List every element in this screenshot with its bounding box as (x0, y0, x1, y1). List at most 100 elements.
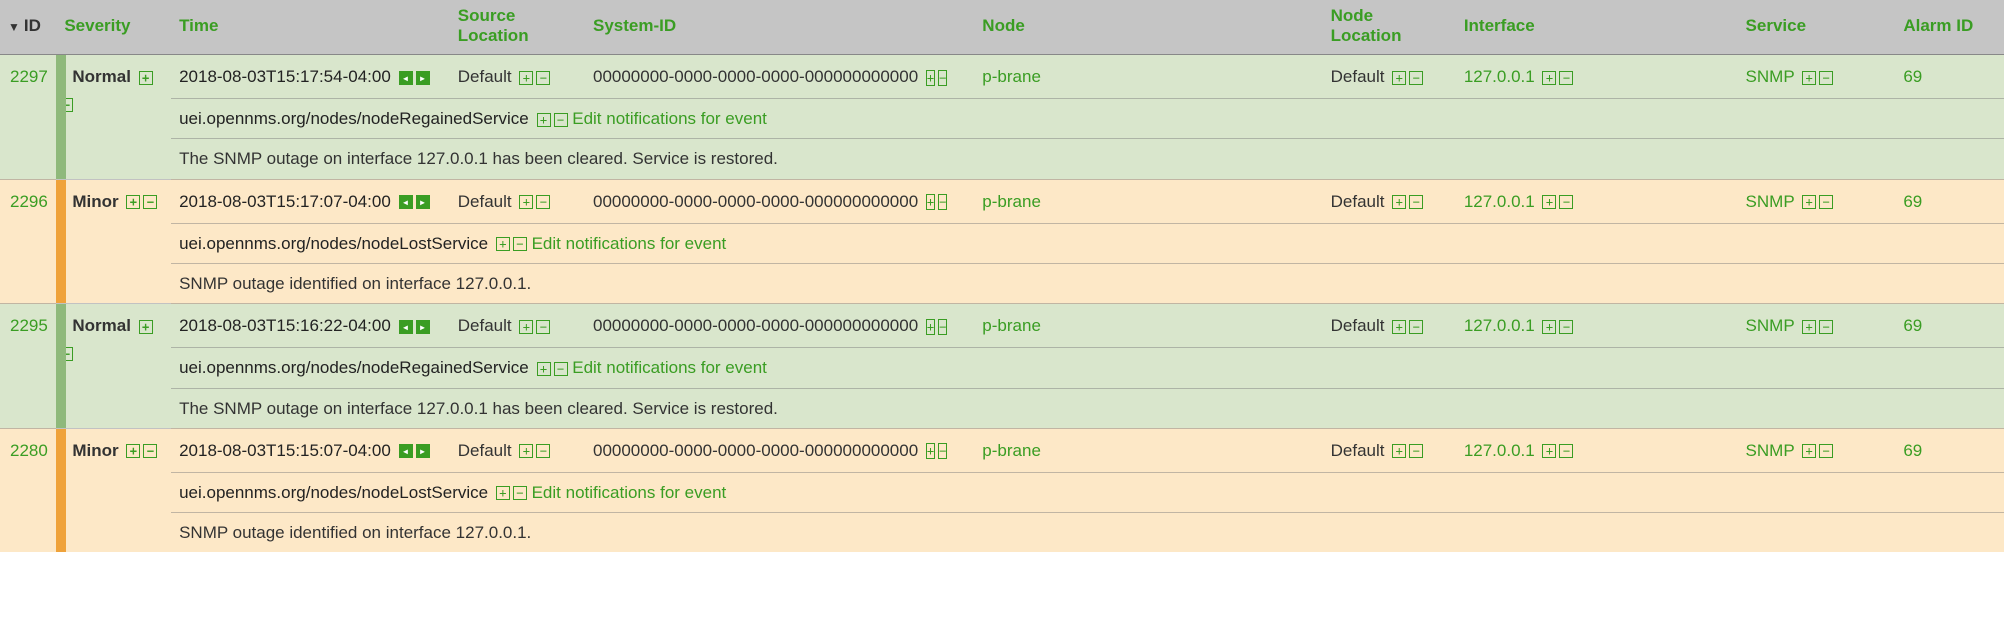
minus-icon[interactable]: − (1409, 195, 1423, 209)
header-id[interactable]: ▼ID (0, 0, 56, 55)
minus-icon[interactable]: − (1409, 320, 1423, 334)
alarm-id-cell[interactable]: 69 (1895, 304, 2004, 348)
plus-icon[interactable]: + (1802, 320, 1816, 334)
plus-icon[interactable]: + (926, 319, 935, 335)
plus-icon[interactable]: + (1392, 320, 1406, 334)
header-service[interactable]: Service (1738, 0, 1896, 55)
node-cell[interactable]: p-brane (974, 179, 1322, 223)
header-interface[interactable]: Interface (1456, 0, 1738, 55)
plus-icon[interactable]: + (519, 195, 533, 209)
plus-icon[interactable]: + (1392, 444, 1406, 458)
minus-icon[interactable]: − (536, 320, 550, 334)
minus-icon[interactable]: − (1819, 444, 1833, 458)
plus-icon[interactable]: + (926, 443, 935, 459)
prev-icon[interactable]: ◂ (399, 71, 413, 85)
plus-icon[interactable]: + (926, 194, 935, 210)
plus-icon[interactable]: + (126, 444, 140, 458)
header-node[interactable]: Node (974, 0, 1322, 55)
edit-notifications-link[interactable]: Edit notifications for event (532, 483, 727, 502)
plus-icon[interactable]: + (1392, 71, 1406, 85)
edit-notifications-link[interactable]: Edit notifications for event (532, 234, 727, 253)
node-cell[interactable]: p-brane (974, 304, 1322, 348)
minus-icon[interactable]: − (1819, 195, 1833, 209)
edit-notifications-link[interactable]: Edit notifications for event (572, 358, 767, 377)
minus-icon[interactable]: − (536, 195, 550, 209)
interface-cell[interactable]: 127.0.0.1 +− (1456, 55, 1738, 99)
next-icon[interactable]: ▸ (416, 320, 430, 334)
header-severity[interactable]: Severity (56, 0, 171, 55)
uei-row: uei.opennms.org/nodes/nodeLostService +−… (0, 223, 2004, 263)
minus-icon[interactable]: − (536, 71, 550, 85)
plus-icon[interactable]: + (1802, 195, 1816, 209)
header-alarm-id[interactable]: Alarm ID (1895, 0, 2004, 55)
header-time[interactable]: Time (171, 0, 450, 55)
minus-icon[interactable]: − (513, 486, 527, 500)
interface-cell[interactable]: 127.0.0.1 +− (1456, 428, 1738, 472)
minus-icon[interactable]: − (938, 70, 947, 86)
event-id[interactable]: 2295 (0, 304, 56, 429)
plus-icon[interactable]: + (537, 113, 551, 127)
minus-icon[interactable]: − (1559, 320, 1573, 334)
header-system-id[interactable]: System-ID (585, 0, 974, 55)
plus-icon[interactable]: + (139, 71, 153, 85)
plus-icon[interactable]: + (496, 237, 510, 251)
plus-icon[interactable]: + (519, 71, 533, 85)
header-node-location[interactable]: Node Location (1323, 0, 1456, 55)
minus-icon[interactable]: − (1409, 71, 1423, 85)
interface-cell[interactable]: 127.0.0.1 +− (1456, 179, 1738, 223)
service-cell[interactable]: SNMP +− (1738, 428, 1896, 472)
alarm-id-cell[interactable]: 69 (1895, 179, 2004, 223)
plus-icon[interactable]: + (1542, 71, 1556, 85)
minus-icon[interactable]: − (554, 113, 568, 127)
node-cell[interactable]: p-brane (974, 428, 1322, 472)
event-id[interactable]: 2296 (0, 179, 56, 304)
plus-icon[interactable]: + (1542, 444, 1556, 458)
plus-icon[interactable]: + (1542, 195, 1556, 209)
next-icon[interactable]: ▸ (416, 71, 430, 85)
plus-icon[interactable]: + (126, 195, 140, 209)
minus-icon[interactable]: − (938, 319, 947, 335)
plus-icon[interactable]: + (1802, 444, 1816, 458)
plus-icon[interactable]: + (496, 486, 510, 500)
edit-notifications-link[interactable]: Edit notifications for event (572, 109, 767, 128)
minus-icon[interactable]: − (143, 444, 157, 458)
minus-icon[interactable]: − (143, 195, 157, 209)
plus-icon[interactable]: + (537, 362, 551, 376)
plus-icon[interactable]: + (519, 444, 533, 458)
service-cell[interactable]: SNMP +− (1738, 55, 1896, 99)
minus-icon[interactable]: − (1559, 195, 1573, 209)
header-source-location[interactable]: Source Location (450, 0, 585, 55)
plus-icon[interactable]: + (1802, 71, 1816, 85)
minus-icon[interactable]: − (1409, 444, 1423, 458)
minus-icon[interactable]: − (554, 362, 568, 376)
plus-icon[interactable]: + (519, 320, 533, 334)
service-cell[interactable]: SNMP +− (1738, 179, 1896, 223)
event-id[interactable]: 2280 (0, 428, 56, 552)
minus-icon[interactable]: − (938, 443, 947, 459)
node-cell[interactable]: p-brane (974, 55, 1322, 99)
minus-icon[interactable]: − (1559, 71, 1573, 85)
prev-icon[interactable]: ◂ (399, 195, 413, 209)
message-cell: SNMP outage identified on interface 127.… (171, 263, 2004, 303)
prev-icon[interactable]: ◂ (399, 444, 413, 458)
minus-icon[interactable]: − (1559, 444, 1573, 458)
service-cell[interactable]: SNMP +− (1738, 304, 1896, 348)
plus-icon[interactable]: + (1392, 195, 1406, 209)
minus-icon[interactable]: − (1819, 71, 1833, 85)
uei-cell: uei.opennms.org/nodes/nodeRegainedServic… (171, 348, 2004, 388)
interface-cell[interactable]: 127.0.0.1 +− (1456, 304, 1738, 348)
prev-icon[interactable]: ◂ (399, 320, 413, 334)
minus-icon[interactable]: − (513, 237, 527, 251)
minus-icon[interactable]: − (536, 444, 550, 458)
plus-icon[interactable]: + (1542, 320, 1556, 334)
plus-icon[interactable]: + (926, 70, 935, 86)
alarm-id-cell[interactable]: 69 (1895, 55, 2004, 99)
next-icon[interactable]: ▸ (416, 195, 430, 209)
alarm-id-cell[interactable]: 69 (1895, 428, 2004, 472)
plus-icon[interactable]: + (139, 320, 153, 334)
source-location-cell: Default +− (450, 179, 585, 223)
event-id[interactable]: 2297 (0, 55, 56, 180)
next-icon[interactable]: ▸ (416, 444, 430, 458)
minus-icon[interactable]: − (938, 194, 947, 210)
minus-icon[interactable]: − (1819, 320, 1833, 334)
